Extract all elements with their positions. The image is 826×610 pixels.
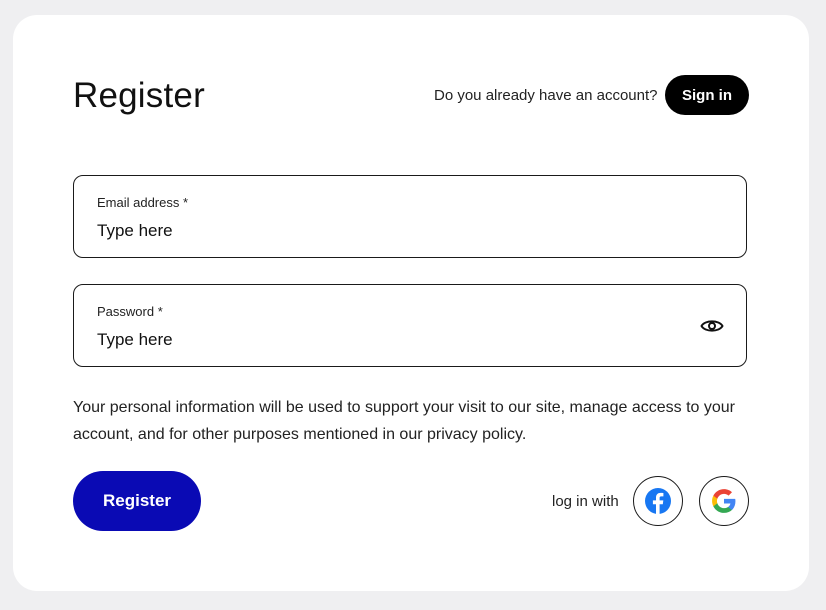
facebook-login-button[interactable]	[633, 476, 683, 526]
email-field[interactable]: Email address *	[73, 175, 747, 258]
page-title: Register	[73, 76, 205, 115]
register-card: Register Do you already have an account?…	[13, 15, 809, 591]
eye-icon[interactable]	[699, 315, 725, 337]
account-question-text: Do you already have an account?	[434, 87, 658, 104]
google-icon	[712, 489, 736, 513]
facebook-icon	[645, 488, 671, 514]
privacy-notice: Your personal information will be used t…	[73, 399, 735, 443]
password-label: Password *	[97, 304, 163, 319]
social-login-label: log in with	[552, 493, 619, 510]
google-login-button[interactable]	[699, 476, 749, 526]
email-input[interactable]	[97, 220, 677, 242]
email-label: Email address *	[97, 195, 189, 210]
sign-in-button[interactable]: Sign in	[665, 75, 749, 115]
password-field[interactable]: Password *	[73, 284, 747, 367]
password-input[interactable]	[97, 329, 677, 351]
register-button[interactable]: Register	[73, 471, 201, 531]
